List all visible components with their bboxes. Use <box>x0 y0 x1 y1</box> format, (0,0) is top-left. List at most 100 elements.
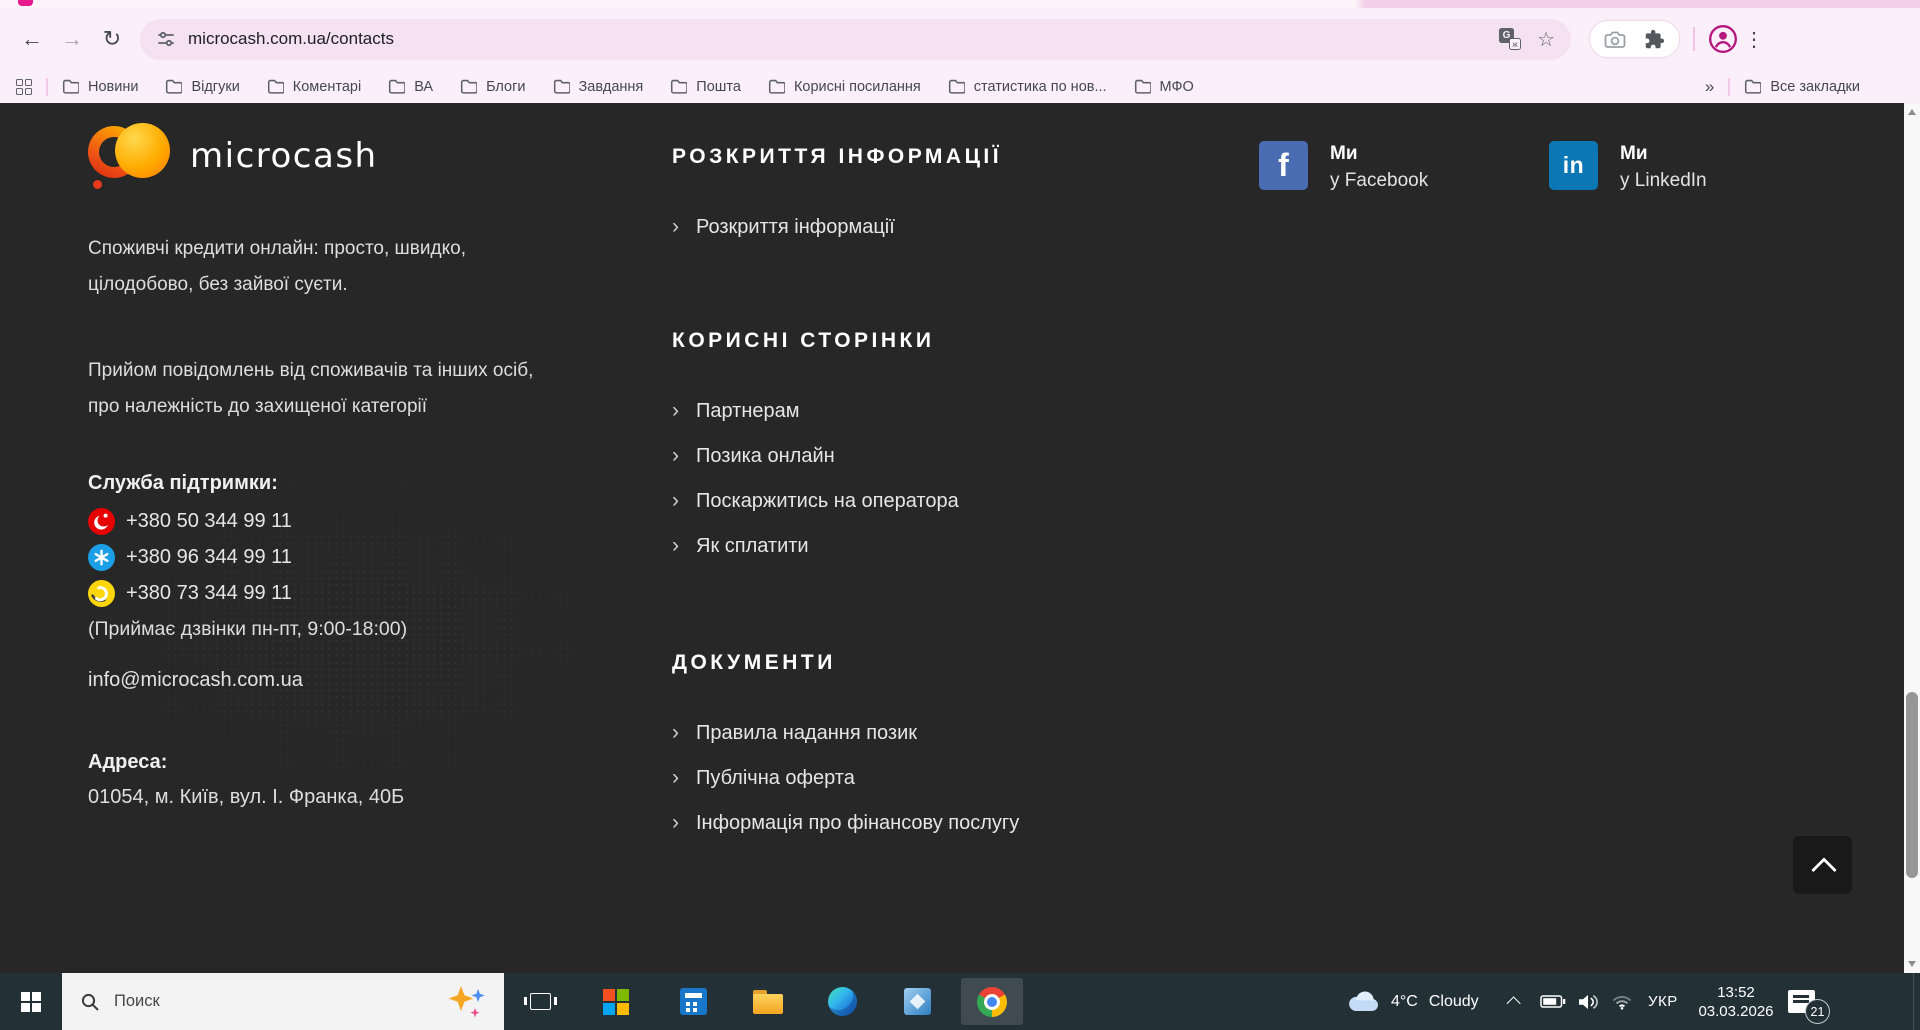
bookmark-folder-mfo[interactable]: МФО <box>1134 79 1194 95</box>
copilot-sparkle-icon[interactable] <box>440 983 494 1021</box>
scrollbar-thumb[interactable] <box>1906 692 1918 878</box>
footer-link-loan-online[interactable]: › Позика онлайн <box>672 442 959 470</box>
bookmark-folder-korysni[interactable]: Корисні посилання <box>768 79 921 95</box>
windows-logo-icon <box>21 991 41 1012</box>
section-title: ДОКУМЕНТИ <box>672 651 836 674</box>
bookmark-folder-komentari[interactable]: Коментарі <box>267 79 361 95</box>
footer-link-disclosure[interactable]: › Розкриття інформації <box>672 213 1002 241</box>
bookmark-folder-va[interactable]: ВА <box>388 79 433 95</box>
back-button[interactable]: ← <box>12 19 52 59</box>
lifecell-icon <box>88 579 115 607</box>
chevron-right-icon: › <box>672 399 679 422</box>
all-bookmarks-button[interactable]: Все закладки <box>1744 79 1860 95</box>
calculator-button[interactable] <box>662 973 724 1030</box>
footer-link-how-to-pay[interactable]: › Як сплатити <box>672 532 959 560</box>
start-button[interactable] <box>0 973 62 1030</box>
network-indicator[interactable] <box>1611 973 1633 1030</box>
facebook-link[interactable]: f Ми у Facebook <box>1259 141 1428 196</box>
email-link[interactable]: info@microcash.com.ua <box>88 665 303 695</box>
bookmark-folder-zavdannia[interactable]: Завдання <box>553 79 643 95</box>
taskbar-weather[interactable]: 4°C Cloudy <box>1346 973 1479 1030</box>
bookmark-label: статистика по нов... <box>973 78 1107 95</box>
phone-link-vodafone[interactable]: +380 50 344 99 11 <box>88 506 407 536</box>
calculator-icon <box>679 988 707 1015</box>
task-view-button[interactable] <box>509 973 571 1030</box>
notification-center-button[interactable]: 21 <box>1788 973 1830 1030</box>
bookmarks-separator <box>1728 77 1731 96</box>
footer-link-partners[interactable]: › Партнерам <box>672 397 959 425</box>
bookmarks-overflow-icon[interactable]: » <box>1705 77 1714 97</box>
site-logo[interactable]: microcash <box>88 123 378 189</box>
phone-number: +380 96 344 99 11 <box>126 545 292 568</box>
kyivstar-icon <box>88 543 115 571</box>
support-label: Служба підтримки: <box>88 472 278 494</box>
extensions-icon[interactable] <box>1644 29 1665 50</box>
edge-button[interactable] <box>811 973 873 1030</box>
url-text[interactable]: microcash.com.ua/contacts <box>188 29 394 49</box>
bookmark-folder-blohy[interactable]: Блоги <box>460 79 526 95</box>
bookmark-star-icon[interactable]: ☆ <box>1537 27 1555 52</box>
bookmark-label: Коментарі <box>292 78 362 95</box>
link-label: Позика онлайн <box>696 445 835 467</box>
bookmark-folder-novyny[interactable]: Новини <box>62 79 138 95</box>
show-desktop-button[interactable] <box>1913 973 1920 1030</box>
taskbar-search-box[interactable]: Поиск <box>62 973 504 1030</box>
address-label: Адреса: <box>88 751 168 773</box>
file-explorer-button[interactable] <box>737 973 799 1030</box>
battery-indicator[interactable] <box>1540 973 1566 1030</box>
bookmarks-right-group: » Все закладки <box>1705 77 1860 97</box>
address-bar[interactable]: microcash.com.ua/contacts G ж ☆ <box>140 18 1571 60</box>
reload-button[interactable]: ↻ <box>92 19 132 59</box>
notification-badge: 21 <box>1805 999 1830 1024</box>
bookmark-label: МФО <box>1159 78 1194 95</box>
bookmark-label: Новини <box>88 78 139 95</box>
edge-icon <box>827 987 857 1016</box>
footer-link-complain[interactable]: › Поскаржитись на оператора <box>672 487 959 515</box>
toolbar-separator <box>1693 27 1695 51</box>
taskbar-clock[interactable]: 13:52 03.03.2026 <box>1690 973 1782 1030</box>
folder-icon <box>553 79 570 94</box>
link-label: Публічна оферта <box>696 767 855 789</box>
section-title: РОЗКРИТТЯ ІНФОРМАЦІЇ <box>672 145 1003 168</box>
scroll-to-top-button[interactable] <box>1793 836 1852 894</box>
forward-button[interactable]: → <box>52 19 92 59</box>
linkedin-icon: in <box>1549 141 1598 190</box>
site-settings-icon[interactable] <box>156 29 176 49</box>
tray-overflow-chevron[interactable] <box>1506 973 1521 1030</box>
microsoft-store-button[interactable] <box>585 973 647 1030</box>
apps-grid-icon[interactable] <box>16 78 32 95</box>
photos-app-button[interactable] <box>886 973 948 1030</box>
bookmark-folder-vidhuky[interactable]: Відгуки <box>165 79 240 95</box>
weather-temp: 4°C <box>1391 992 1418 1010</box>
camera-icon[interactable] <box>1604 30 1626 49</box>
tab-strip[interactable] <box>0 0 1920 8</box>
footer-link-public-offer[interactable]: › Публічна оферта <box>672 764 1019 792</box>
volume-indicator[interactable] <box>1577 973 1599 1030</box>
linkedin-link[interactable]: in Ми у LinkedIn <box>1549 141 1707 196</box>
bookmark-folder-poshta[interactable]: Пошта <box>670 79 741 95</box>
phone-link-lifecell[interactable]: +380 73 344 99 11 <box>88 578 407 608</box>
clock-time: 13:52 <box>1717 983 1755 1001</box>
chevron-right-icon: › <box>672 811 679 834</box>
profile-avatar-icon[interactable] <box>1708 24 1738 54</box>
translate-icon[interactable]: G ж <box>1499 28 1522 50</box>
footer-link-loan-rules[interactable]: › Правила надання позик <box>672 719 1019 747</box>
speaker-icon <box>1579 994 1598 1009</box>
folder-icon <box>948 79 965 94</box>
logo-circles-icon <box>88 123 172 189</box>
page-scrollbar[interactable] <box>1904 103 1920 973</box>
tagline-text: Споживчі кредити онлайн: просто, швидко,… <box>88 238 466 295</box>
webpage-footer: microcash Споживчі кредити онлайн: прост… <box>0 103 1920 973</box>
scrollbar-down-arrow[interactable] <box>1908 961 1916 967</box>
bookmark-folder-statystyka[interactable]: статистика по нов... <box>948 79 1107 95</box>
battery-icon <box>1540 995 1566 1008</box>
footer-link-financial-info[interactable]: › Інформація про фінансову послугу <box>672 809 1019 837</box>
browser-menu-icon[interactable]: ⋮ <box>1738 27 1770 52</box>
scrollbar-up-arrow[interactable] <box>1908 109 1916 115</box>
brand-wordmark: microcash <box>190 136 378 176</box>
chevron-right-icon: › <box>672 215 679 238</box>
phone-link-kyivstar[interactable]: +380 96 344 99 11 <box>88 542 407 572</box>
chrome-button[interactable] <box>961 978 1023 1025</box>
language-indicator[interactable]: УКР <box>1648 973 1678 1030</box>
bookmark-label: Корисні посилання <box>793 78 921 95</box>
